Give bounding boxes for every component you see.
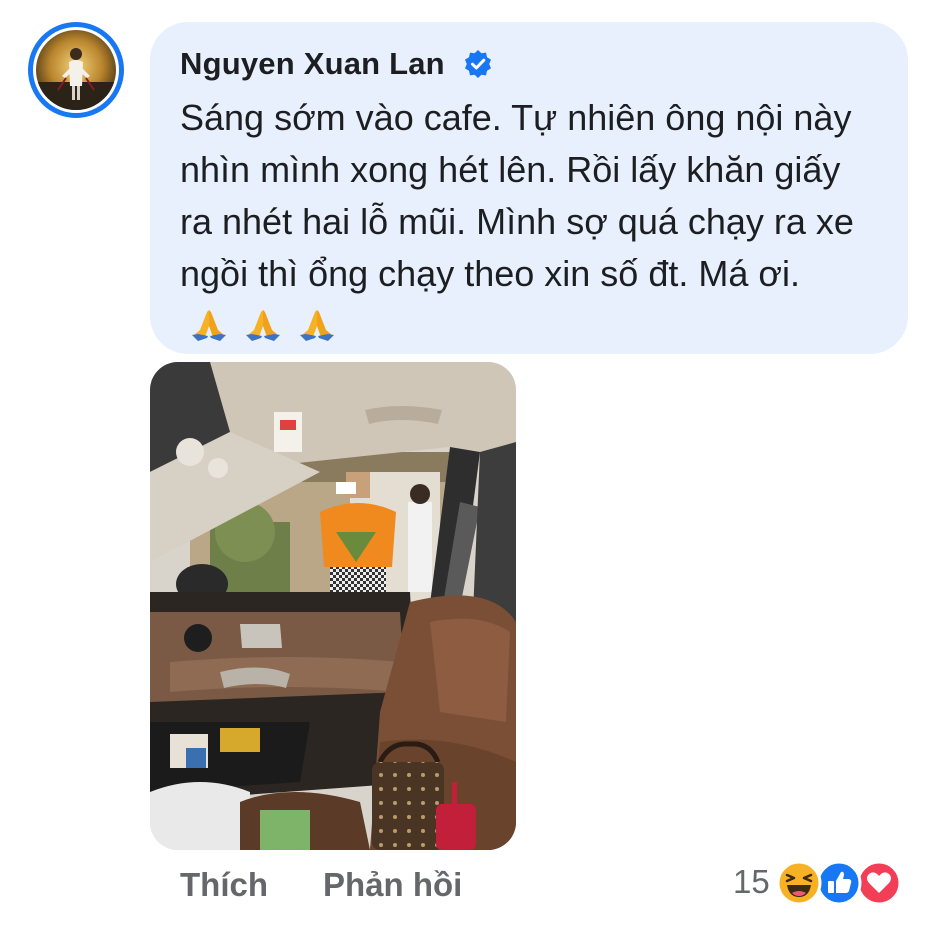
comment-bubble: Nguyen Xuan Lan Sáng sớm vào cafe. Tự nh… <box>150 22 908 354</box>
reaction-count[interactable]: 15 <box>733 863 770 901</box>
haha-reaction-icon <box>776 860 822 906</box>
love-reaction-icon <box>856 860 902 906</box>
reaction-summary[interactable]: 15 <box>733 858 904 906</box>
comment-actions: Thích Phản hồi <box>180 866 462 904</box>
comment-photo[interactable] <box>150 362 516 850</box>
folded-hands-icon <box>246 310 281 341</box>
reply-button[interactable]: Phản hồi <box>323 866 462 904</box>
verified-badge-icon <box>464 50 491 78</box>
like-button[interactable]: Thích <box>180 866 268 904</box>
folded-hands-icon <box>192 310 226 341</box>
emoji-group <box>190 304 342 356</box>
comment-page: Nguyen Xuan Lan Sáng sớm vào cafe. Tự nh… <box>0 0 941 926</box>
avatar[interactable] <box>36 30 116 110</box>
author-row: Nguyen Xuan Lan <box>180 42 878 86</box>
avatar-story-ring[interactable] <box>28 22 124 118</box>
reaction-icons[interactable] <box>776 858 904 906</box>
folded-hands-icon <box>300 310 335 341</box>
comment-body: Sáng sớm vào cafe. Tự nhiên ông nội này … <box>180 97 854 294</box>
author-name[interactable]: Nguyen Xuan Lan <box>180 46 445 82</box>
comment-text: Sáng sớm vào cafe. Tự nhiên ông nội này … <box>180 92 880 356</box>
like-reaction-icon <box>816 860 862 906</box>
